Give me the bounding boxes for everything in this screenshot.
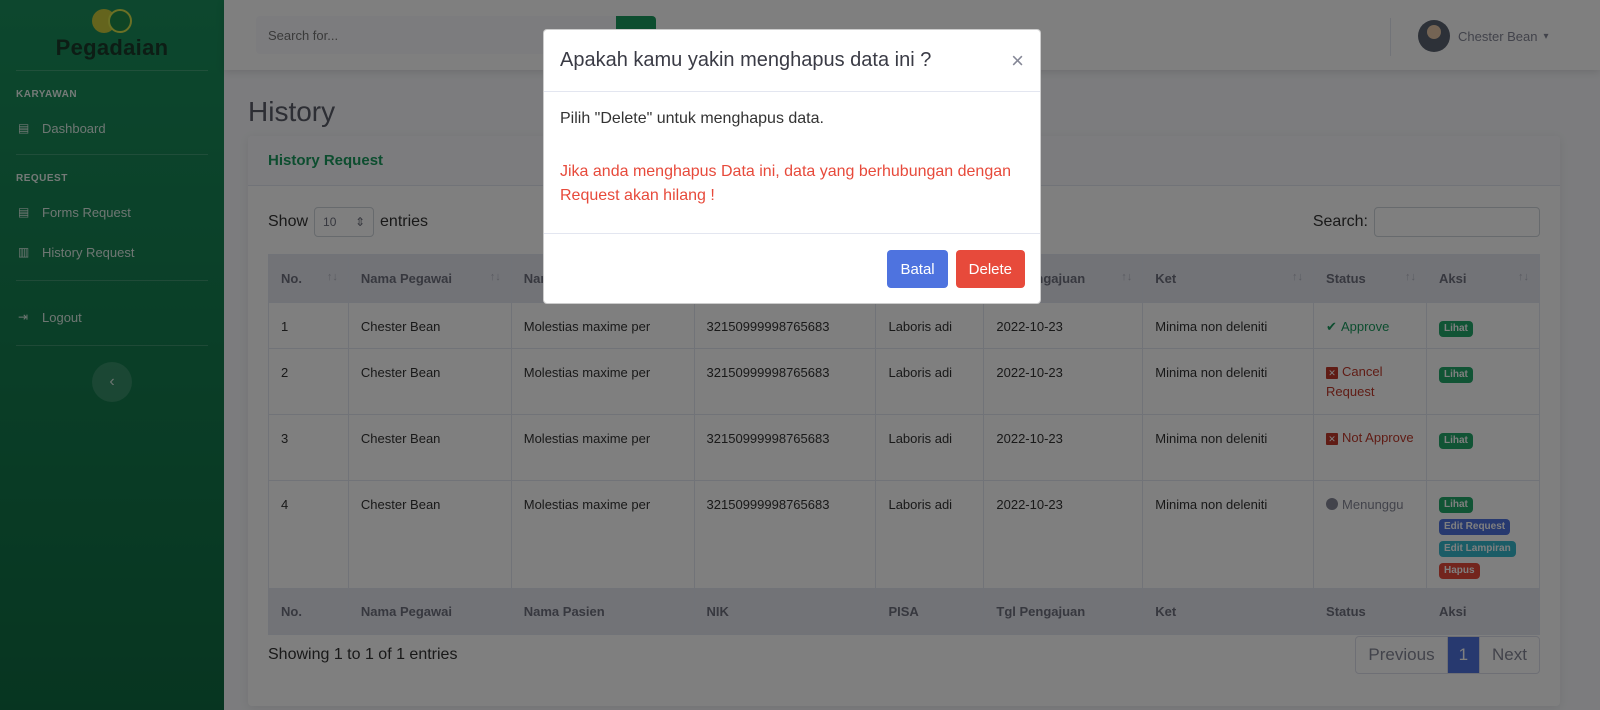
modal-message: Pilih "Delete" untuk menghapus data. (560, 110, 824, 127)
delete-confirm-modal: Apakah kamu yakin menghapus data ini ? ×… (543, 29, 1041, 304)
modal-warning: Jika anda menghapus Data ini, data yang … (560, 163, 1012, 204)
modal-body: Pilih "Delete" untuk menghapus data. Jik… (544, 92, 1040, 234)
close-icon[interactable]: × (1011, 48, 1024, 74)
delete-button[interactable]: Delete (955, 250, 1025, 288)
modal-header: Apakah kamu yakin menghapus data ini ? × (544, 30, 1040, 92)
modal-footer: Batal Delete (544, 234, 1040, 304)
cancel-button[interactable]: Batal (887, 250, 948, 288)
modal-title: Apakah kamu yakin menghapus data ini ? (560, 49, 932, 71)
